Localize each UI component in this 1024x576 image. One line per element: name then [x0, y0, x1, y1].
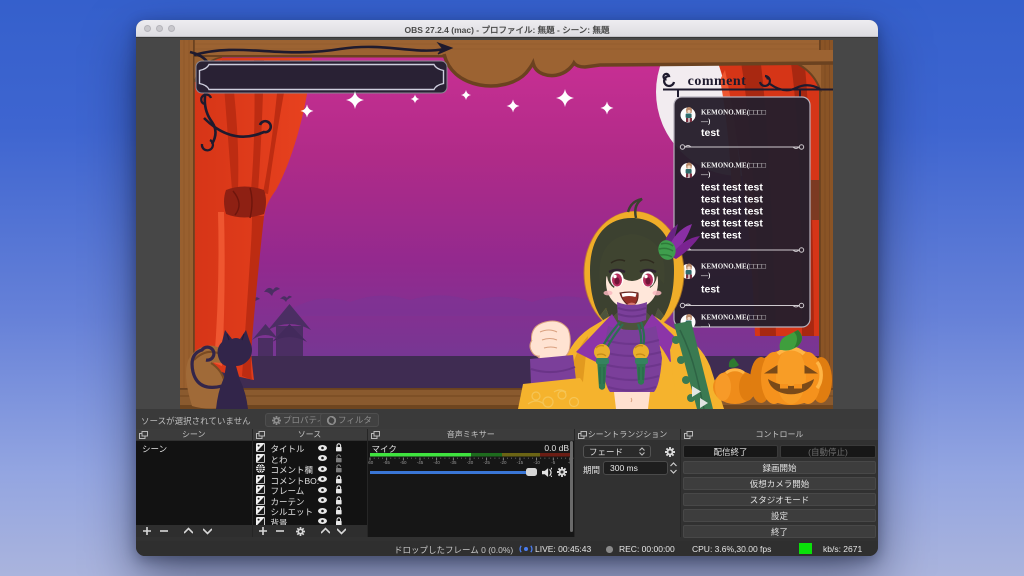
svg-text:-35: -35 — [450, 460, 457, 465]
svg-text:test: test — [701, 127, 720, 139]
svg-text:KEMONO.ME(□□□□: KEMONO.ME(□□□□ — [701, 109, 767, 117]
svg-text:-30: -30 — [466, 460, 473, 465]
svg-text:-55: -55 — [383, 460, 390, 465]
svg-text:KEMONO.ME(□□□□: KEMONO.ME(□□□□ — [701, 314, 767, 322]
svg-text:test: test — [701, 284, 720, 296]
svg-text:-10: -10 — [533, 460, 540, 465]
svg-text:KEMONO.ME(□□□□: KEMONO.ME(□□□□ — [701, 162, 767, 170]
svg-text:—): —) — [700, 171, 711, 179]
svg-text:comment: comment — [688, 74, 747, 89]
svg-text:test test test: test test test — [701, 218, 763, 230]
svg-text:test test test: test test test — [701, 182, 763, 194]
svg-text:-5: -5 — [551, 460, 555, 465]
svg-text:KEMONO.ME(□□□□: KEMONO.ME(□□□□ — [701, 263, 767, 271]
svg-text:—): —) — [700, 118, 711, 126]
svg-text:test test: test test — [701, 230, 742, 242]
svg-text:-25: -25 — [483, 460, 490, 465]
svg-text:-15: -15 — [516, 460, 523, 465]
svg-text:-50: -50 — [400, 460, 407, 465]
svg-text:-45: -45 — [416, 460, 423, 465]
svg-text:-40: -40 — [433, 460, 440, 465]
svg-text:test test test: test test test — [701, 206, 763, 218]
svg-text:-60: -60 — [368, 460, 374, 465]
svg-text:-20: -20 — [500, 460, 507, 465]
svg-text:—): —) — [700, 272, 711, 280]
svg-text:test test test: test test test — [701, 194, 763, 206]
